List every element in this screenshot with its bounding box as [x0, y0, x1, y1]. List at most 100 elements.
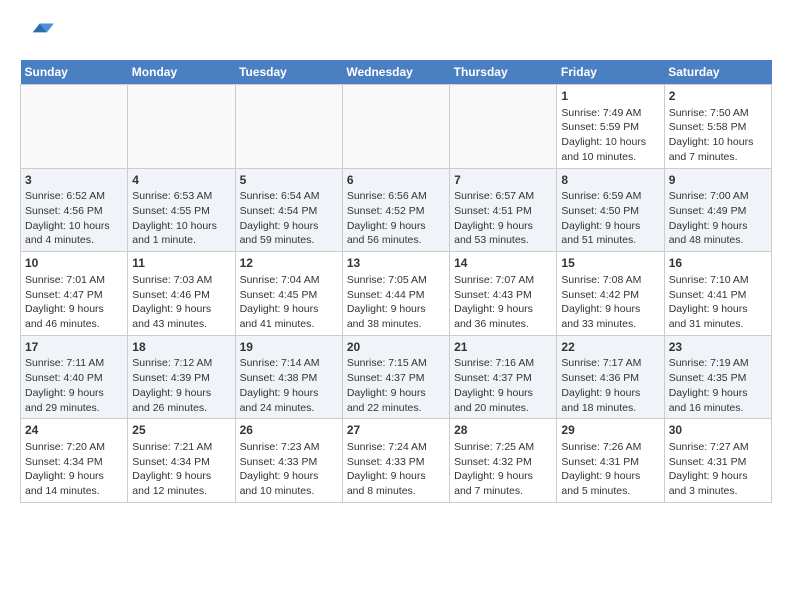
- day-number: 3: [25, 172, 123, 189]
- day-info: Sunrise: 7:16 AM Sunset: 4:37 PM Dayligh…: [454, 357, 534, 413]
- calendar-cell: 13Sunrise: 7:05 AM Sunset: 4:44 PM Dayli…: [342, 252, 449, 336]
- day-info: Sunrise: 7:10 AM Sunset: 4:41 PM Dayligh…: [669, 274, 749, 330]
- page-header: [20, 16, 772, 50]
- weekday-header: Saturday: [664, 60, 771, 85]
- day-number: 9: [669, 172, 767, 189]
- day-info: Sunrise: 7:20 AM Sunset: 4:34 PM Dayligh…: [25, 441, 105, 497]
- day-number: 1: [561, 88, 659, 105]
- day-number: 5: [240, 172, 338, 189]
- day-number: 30: [669, 422, 767, 439]
- day-number: 26: [240, 422, 338, 439]
- calendar-cell: 4Sunrise: 6:53 AM Sunset: 4:55 PM Daylig…: [128, 168, 235, 252]
- day-number: 6: [347, 172, 445, 189]
- day-info: Sunrise: 7:12 AM Sunset: 4:39 PM Dayligh…: [132, 357, 212, 413]
- day-info: Sunrise: 7:03 AM Sunset: 4:46 PM Dayligh…: [132, 274, 212, 330]
- day-info: Sunrise: 7:14 AM Sunset: 4:38 PM Dayligh…: [240, 357, 320, 413]
- day-info: Sunrise: 7:04 AM Sunset: 4:45 PM Dayligh…: [240, 274, 320, 330]
- calendar-cell: 22Sunrise: 7:17 AM Sunset: 4:36 PM Dayli…: [557, 335, 664, 419]
- day-number: 18: [132, 339, 230, 356]
- day-info: Sunrise: 6:59 AM Sunset: 4:50 PM Dayligh…: [561, 190, 641, 246]
- calendar-cell: 1Sunrise: 7:49 AM Sunset: 5:59 PM Daylig…: [557, 85, 664, 169]
- day-info: Sunrise: 6:53 AM Sunset: 4:55 PM Dayligh…: [132, 190, 217, 246]
- calendar-week-row: 1Sunrise: 7:49 AM Sunset: 5:59 PM Daylig…: [21, 85, 772, 169]
- day-info: Sunrise: 7:23 AM Sunset: 4:33 PM Dayligh…: [240, 441, 320, 497]
- calendar-cell: 26 Sunrise: 7:23 AM Sunset: 4:33 PM Dayli…: [235, 419, 342, 503]
- day-number: 19: [240, 339, 338, 356]
- day-info: Sunrise: 6:57 AM Sunset: 4:51 PM Dayligh…: [454, 190, 534, 246]
- day-info: Sunrise: 7:01 AM Sunset: 4:47 PM Dayligh…: [25, 274, 105, 330]
- day-info: Sunrise: 7:11 AM Sunset: 4:40 PM Dayligh…: [25, 357, 104, 413]
- day-number: 29: [561, 422, 659, 439]
- day-info: Sunrise: 7:15 AM Sunset: 4:37 PM Dayligh…: [347, 357, 427, 413]
- day-number: 14: [454, 255, 552, 272]
- calendar-cell: 29 Sunrise: 7:26 AM Sunset: 4:31 PM Dayli…: [557, 419, 664, 503]
- calendar-cell: [450, 85, 557, 169]
- calendar-cell: 14 Sunrise: 7:07 AM Sunset: 4:43 PM Dayli…: [450, 252, 557, 336]
- calendar-cell: 21Sunrise: 7:16 AM Sunset: 4:37 PM Dayli…: [450, 335, 557, 419]
- day-number: 24: [25, 422, 123, 439]
- calendar-cell: 11 Sunrise: 7:03 AM Sunset: 4:46 PM Dayli…: [128, 252, 235, 336]
- calendar-cell: 6Sunrise: 6:56 AM Sunset: 4:52 PM Daylig…: [342, 168, 449, 252]
- calendar-cell: 24 Sunrise: 7:20 AM Sunset: 4:34 PM Dayli…: [21, 419, 128, 503]
- calendar-cell: 16 Sunrise: 7:10 AM Sunset: 4:41 PM Dayli…: [664, 252, 771, 336]
- day-number: 16: [669, 255, 767, 272]
- calendar-table: SundayMondayTuesdayWednesdayThursdayFrid…: [20, 60, 772, 503]
- day-info: Sunrise: 7:19 AM Sunset: 4:35 PM Dayligh…: [669, 357, 749, 413]
- day-info: Sunrise: 7:08 AM Sunset: 4:42 PM Dayligh…: [561, 274, 641, 330]
- calendar-cell: 2 Sunrise: 7:50 AM Sunset: 5:58 PM Daylig…: [664, 85, 771, 169]
- day-number: 17: [25, 339, 123, 356]
- calendar-cell: 10 Sunrise: 7:01 AM Sunset: 4:47 PM Dayli…: [21, 252, 128, 336]
- day-info: Sunrise: 7:00 AM Sunset: 4:49 PM Dayligh…: [669, 190, 749, 246]
- calendar-week-row: 24 Sunrise: 7:20 AM Sunset: 4:34 PM Dayli…: [21, 419, 772, 503]
- day-info: Sunrise: 7:17 AM Sunset: 4:36 PM Dayligh…: [561, 357, 641, 413]
- day-info: Sunrise: 7:50 AM Sunset: 5:58 PM Dayligh…: [669, 107, 754, 163]
- calendar-cell: [235, 85, 342, 169]
- calendar-cell: [21, 85, 128, 169]
- day-info: Sunrise: 7:25 AM Sunset: 4:32 PM Dayligh…: [454, 441, 534, 497]
- day-number: 15: [561, 255, 659, 272]
- day-number: 2: [669, 88, 767, 105]
- calendar-cell: 7Sunrise: 6:57 AM Sunset: 4:51 PM Daylig…: [450, 168, 557, 252]
- day-info: Sunrise: 7:24 AM Sunset: 4:33 PM Dayligh…: [347, 441, 427, 497]
- calendar-cell: 19Sunrise: 7:14 AM Sunset: 4:38 PM Dayli…: [235, 335, 342, 419]
- day-number: 23: [669, 339, 767, 356]
- calendar-cell: 20Sunrise: 7:15 AM Sunset: 4:37 PM Dayli…: [342, 335, 449, 419]
- logo: [20, 20, 60, 50]
- calendar-cell: 27 Sunrise: 7:24 AM Sunset: 4:33 PM Dayli…: [342, 419, 449, 503]
- day-number: 27: [347, 422, 445, 439]
- day-info: Sunrise: 7:21 AM Sunset: 4:34 PM Dayligh…: [132, 441, 212, 497]
- day-info: Sunrise: 7:26 AM Sunset: 4:31 PM Dayligh…: [561, 441, 641, 497]
- calendar-week-row: 3Sunrise: 6:52 AM Sunset: 4:56 PM Daylig…: [21, 168, 772, 252]
- calendar-cell: 25 Sunrise: 7:21 AM Sunset: 4:34 PM Dayli…: [128, 419, 235, 503]
- day-number: 11: [132, 255, 230, 272]
- calendar-week-row: 10 Sunrise: 7:01 AM Sunset: 4:47 PM Dayli…: [21, 252, 772, 336]
- day-info: Sunrise: 7:07 AM Sunset: 4:43 PM Dayligh…: [454, 274, 534, 330]
- day-number: 20: [347, 339, 445, 356]
- day-number: 25: [132, 422, 230, 439]
- weekday-header: Wednesday: [342, 60, 449, 85]
- calendar-cell: [342, 85, 449, 169]
- weekday-header: Monday: [128, 60, 235, 85]
- day-number: 28: [454, 422, 552, 439]
- day-number: 8: [561, 172, 659, 189]
- calendar-cell: [128, 85, 235, 169]
- day-number: 12: [240, 255, 338, 272]
- weekday-header: Tuesday: [235, 60, 342, 85]
- calendar-header-row: SundayMondayTuesdayWednesdayThursdayFrid…: [21, 60, 772, 85]
- weekday-header: Sunday: [21, 60, 128, 85]
- day-number: 21: [454, 339, 552, 356]
- day-info: Sunrise: 6:52 AM Sunset: 4:56 PM Dayligh…: [25, 190, 110, 246]
- calendar-cell: 17Sunrise: 7:11 AM Sunset: 4:40 PM Dayli…: [21, 335, 128, 419]
- day-number: 4: [132, 172, 230, 189]
- calendar-cell: 5Sunrise: 6:54 AM Sunset: 4:54 PM Daylig…: [235, 168, 342, 252]
- calendar-cell: 12 Sunrise: 7:04 AM Sunset: 4:45 PM Dayli…: [235, 252, 342, 336]
- day-info: Sunrise: 6:54 AM Sunset: 4:54 PM Dayligh…: [240, 190, 320, 246]
- day-info: Sunrise: 7:27 AM Sunset: 4:31 PM Dayligh…: [669, 441, 749, 497]
- calendar-cell: 30 Sunrise: 7:27 AM Sunset: 4:31 PM Dayli…: [664, 419, 771, 503]
- calendar-week-row: 17Sunrise: 7:11 AM Sunset: 4:40 PM Dayli…: [21, 335, 772, 419]
- weekday-header: Friday: [557, 60, 664, 85]
- day-number: 10: [25, 255, 123, 272]
- calendar-cell: 8Sunrise: 6:59 AM Sunset: 4:50 PM Daylig…: [557, 168, 664, 252]
- calendar-cell: 9Sunrise: 7:00 AM Sunset: 4:49 PM Daylig…: [664, 168, 771, 252]
- day-number: 22: [561, 339, 659, 356]
